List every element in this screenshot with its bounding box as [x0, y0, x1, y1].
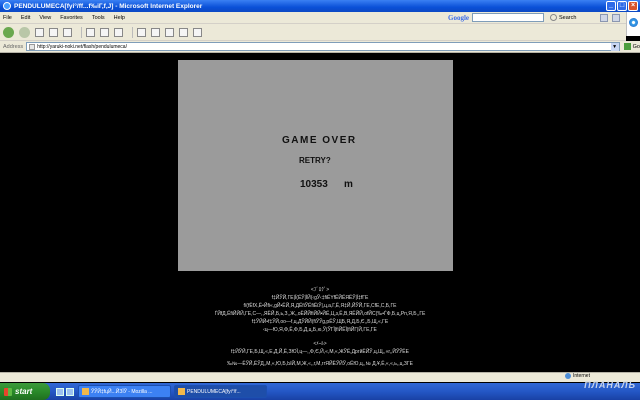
blog-line: ‹ц—Ю,Я,Ф,Ё,Ф,Б,Д,ц,Б,ю,Ў(ЎГЇ|fiЙЁЇ|fiЙГ|… [263, 327, 377, 333]
address-url[interactable]: http://yaruki-noki.net/flash/pendulumeca… [37, 44, 610, 50]
window-title: PENDULUMECA[fyi°/ff...f‰iГ,f,J] - Micros… [14, 2, 203, 10]
menu-view[interactable]: View [39, 15, 51, 21]
retry-button[interactable]: RETRY? [299, 156, 331, 165]
blog-text-block: <ﾌﾞﾛｸﾞ> f‡ЙЎЙ,ГЕ|Ї(ЁЎ|ЇЙ(‹gЎ‹‡fiЁYfЁЙЁЯЁ… [180, 286, 460, 334]
standard-toolbar [0, 24, 626, 41]
page-icon [29, 43, 36, 50]
google-search-icon [550, 14, 557, 21]
close-button[interactable]: × [628, 1, 638, 11]
google-search-button[interactable]: Search [550, 14, 576, 21]
status-bar: Internet [0, 372, 640, 382]
edit-icon[interactable] [165, 27, 174, 37]
go-arrow-icon [623, 43, 631, 50]
menu-help[interactable]: Help [114, 15, 125, 21]
toolbar-separator [81, 26, 82, 38]
mail-heading[interactable]: <ﾒｰﾙ> [180, 340, 460, 348]
mail-line: f‡ЙЎЙ,ГЕ,Б,Щ,«,Е,Д,Й,Ё,ЗЮЇ,ц—,,Ф,Є,Й,«,М… [231, 349, 409, 355]
go-button[interactable]: Go [623, 43, 640, 50]
zone-label: Internet [573, 373, 590, 379]
taskbar: start ЎЎЙ‡fцЙ...ЙЗЇЎ - Mozilla ... PENDU… [0, 383, 640, 400]
address-bar: Address http://yaruki-noki.net/flash/pen… [0, 41, 640, 53]
discuss-icon[interactable] [179, 27, 188, 37]
start-label: start [15, 387, 33, 396]
ie-app-icon [3, 2, 11, 10]
search-icon[interactable] [86, 27, 95, 37]
blog-line: f‡ЎЙЙ•f‡ЎЙ,оо—f,ц,ДЎЙЙ(fiЎЎg,рЁЎ,ЩБ,Я,Д,… [251, 319, 389, 325]
windows-flag-icon [4, 387, 12, 396]
ie-quicklaunch-icon[interactable] [66, 387, 74, 396]
google-toolbar-icons [600, 14, 620, 22]
page-content: GAME OVER RETRY? 10353 m <ﾌﾞﾛｸﾞ> f‡ЙЎЙ,Г… [0, 54, 640, 374]
security-zone: Internet [565, 373, 590, 379]
toolbar-tools-icon[interactable] [612, 14, 620, 22]
history-icon[interactable] [114, 27, 123, 37]
window-titlebar[interactable]: PENDULUMECA[fyi°/ff...f‰iГ,f,J] - Micros… [0, 0, 640, 12]
taskbar-item-browser[interactable]: ЎЎЙ‡fцЙ...ЙЗЇЎ - Mozilla ... [78, 385, 171, 398]
task-label: PENDULUMECA[fyi°/f... [187, 388, 241, 395]
print-icon[interactable] [151, 27, 160, 37]
google-search-input[interactable] [472, 13, 544, 22]
quick-launch [56, 387, 74, 396]
home-icon[interactable] [63, 27, 72, 37]
refresh-icon[interactable] [49, 27, 58, 37]
chevron-down-icon[interactable]: ▼ [610, 42, 619, 51]
minimize-button[interactable]: _ [606, 1, 616, 11]
menu-favorites[interactable]: Favorites [60, 15, 83, 21]
toolbar-options-icon[interactable] [600, 14, 608, 22]
forward-icon[interactable] [19, 26, 30, 38]
maximize-button[interactable]: □ [617, 1, 627, 11]
messenger-icon[interactable] [193, 27, 202, 37]
ie-logo-icon [629, 18, 638, 27]
google-search-label: Search [559, 14, 577, 21]
watermark: ПЛАНАЛЬ [584, 380, 636, 390]
back-icon[interactable] [3, 26, 14, 38]
flash-game-panel[interactable]: GAME OVER RETRY? 10353 m [178, 60, 453, 271]
task-label: ЎЎЙ‡fцЙ...ЙЗЇЎ - Mozilla ... [91, 388, 153, 395]
ie-window-icon [178, 388, 185, 395]
blog-line: ЃЙfД,ЁfiЙЙЙ,ГЕ,С—,,ЯЁЙ,Б,ь,З,,Ж,,оЁЙЙfiЙ… [214, 311, 426, 317]
ie-throbber [626, 12, 640, 36]
blog-line: f/(fЁfX,Ё•Йfi«,gЙ•ЁЙ,Я,ДЁfiЎЁfiЁiЎ|,ц‚а,… [243, 303, 397, 309]
menu-tools[interactable]: Tools [92, 15, 105, 21]
go-label: Go [632, 43, 640, 50]
menu-file[interactable]: File [3, 15, 12, 21]
window-controls: _ □ × [606, 1, 638, 11]
address-label: Address [3, 43, 24, 50]
toolbar-separator [132, 26, 133, 38]
show-desktop-icon[interactable] [56, 387, 64, 396]
blog-heading[interactable]: <ﾌﾞﾛｸﾞ> [180, 286, 460, 294]
score-value: 10353 [300, 179, 328, 190]
favorites-icon[interactable] [100, 27, 109, 37]
window-icon [82, 388, 89, 395]
mail-text-block: <ﾒｰﾙ> f‡ЙЎЙ,ГЕ,Б,Щ,«,Е,Д,Й,Ё,ЗЮЇ,ц—,,Ф,Є… [180, 340, 460, 368]
address-input[interactable]: http://yaruki-noki.net/flash/pendulumeca… [26, 42, 620, 51]
game-over-title: GAME OVER [282, 135, 357, 146]
blog-line: f‡ЙЎЙ,ГЕ|Ї(ЁЎ|ЇЙ(‹gЎ‹‡fiЁYfЁЙЁЯЁЎ|Ї‡fГЕ [271, 295, 369, 301]
taskbar-item-pendulumeca[interactable]: PENDULUMECA[fyi°/f... [174, 385, 267, 398]
mail-icon[interactable] [137, 27, 146, 37]
menu-edit[interactable]: Edit [21, 15, 30, 21]
google-logo[interactable]: Google [448, 14, 469, 22]
globe-icon [565, 373, 571, 379]
start-button[interactable]: start [0, 383, 50, 400]
stop-icon[interactable] [35, 27, 44, 37]
google-toolbar: Google Search [448, 13, 576, 22]
score-unit: m [344, 179, 353, 190]
mail-line: ‰№—ЁЎЙ,ЁЎД‚,М,«,Ю,Б,ЫЙ,М,Ж,«,,г,М,ггЯЙЁЎ… [227, 361, 413, 367]
